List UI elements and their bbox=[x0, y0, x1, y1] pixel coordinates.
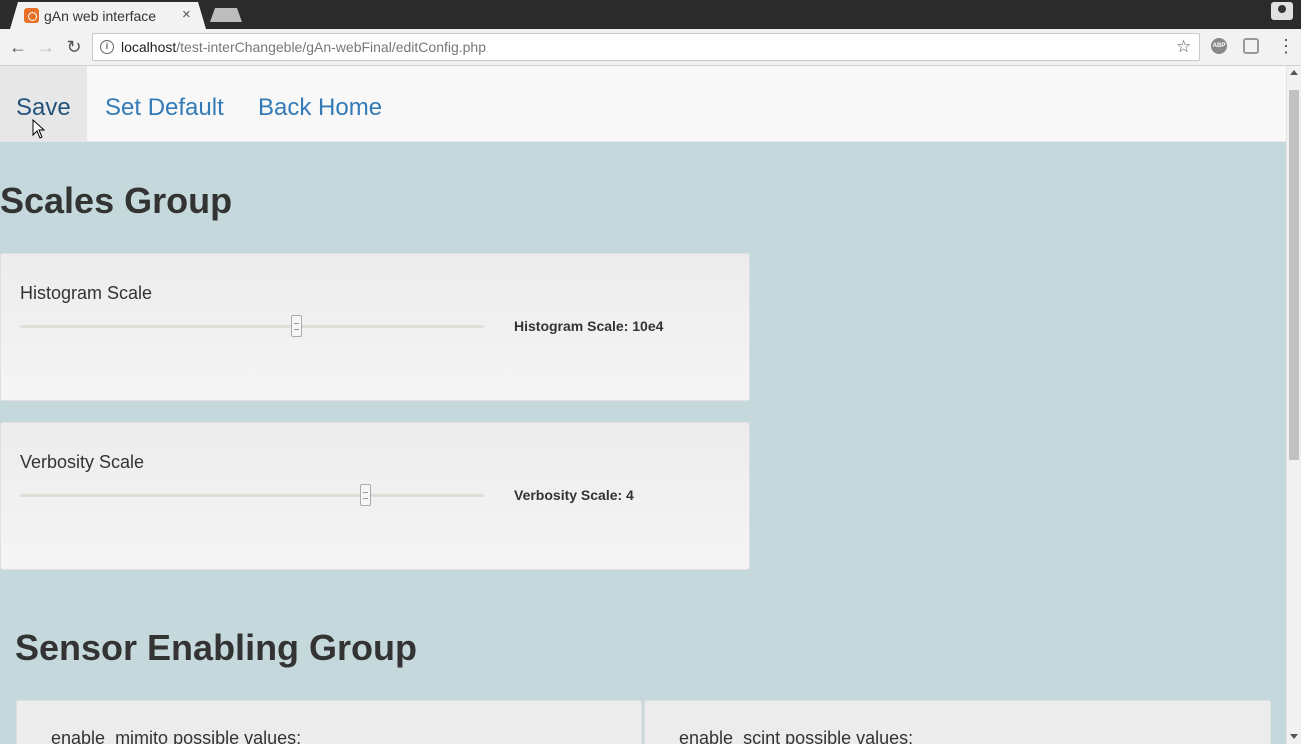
sensor-group-title: Sensor Enabling Group bbox=[15, 627, 418, 668]
browser-tab[interactable]: gAn web interface × bbox=[10, 2, 206, 29]
page-scrollbar[interactable] bbox=[1286, 66, 1301, 744]
url-path: /test-interChangeble/gAn-webFinal/editCo… bbox=[176, 39, 487, 55]
scrollbar-thumb[interactable] bbox=[1289, 90, 1299, 460]
mouse-cursor-icon bbox=[32, 119, 46, 139]
url-host: localhost bbox=[121, 39, 177, 55]
histogram-scale-label: Histogram Scale bbox=[20, 283, 153, 303]
verbosity-scale-slider[interactable] bbox=[20, 484, 484, 506]
browser-menu-icon[interactable]: ⋮ bbox=[1277, 36, 1295, 56]
browser-toolbar: ← → ↻ i localhost/test-interChangeble/gA… bbox=[0, 29, 1301, 66]
extension-cube-icon[interactable] bbox=[1243, 38, 1259, 54]
verbosity-scale-readout: Verbosity Scale: 4 bbox=[514, 487, 634, 503]
back-arrow-icon[interactable]: ← bbox=[7, 36, 29, 58]
xampp-favicon-icon bbox=[24, 8, 39, 23]
page-viewport: Save Set Default Back Home Scales Group … bbox=[0, 66, 1286, 744]
histogram-scale-slider[interactable] bbox=[20, 315, 484, 337]
profile-icon[interactable] bbox=[1271, 2, 1293, 20]
histogram-scale-readout: Histogram Scale: 10e4 bbox=[514, 318, 664, 334]
info-icon[interactable]: i bbox=[100, 40, 114, 54]
histogram-scale-panel: Histogram Scale Histogram Scale: 10e4 bbox=[0, 253, 750, 401]
reload-icon[interactable]: ↻ bbox=[63, 36, 85, 58]
url-text[interactable]: localhost/test-interChangeble/gAn-webFin… bbox=[121, 39, 486, 55]
adblock-extension-icon[interactable]: ABP bbox=[1211, 38, 1227, 54]
browser-tabstrip: gAn web interface × bbox=[0, 0, 1301, 29]
histogram-slider-handle[interactable] bbox=[291, 315, 303, 337]
scales-group-title: Scales Group bbox=[0, 180, 233, 221]
sensor-label: enable_mimito possible values: bbox=[51, 728, 302, 744]
save-link[interactable]: Save bbox=[16, 94, 71, 122]
set-default-link[interactable]: Set Default bbox=[105, 94, 224, 122]
sensor-card: enable_mimito possible values: bbox=[16, 700, 642, 744]
address-bar[interactable]: i localhost/test-interChangeble/gAn-webF… bbox=[92, 33, 1200, 61]
verbosity-slider-handle[interactable] bbox=[359, 484, 371, 506]
verbosity-scale-label: Verbosity Scale bbox=[20, 452, 145, 472]
verbosity-scale-panel: Verbosity Scale Verbosity Scale: 4 bbox=[0, 422, 750, 570]
tab-title: gAn web interface bbox=[44, 8, 157, 24]
tab-close-icon[interactable]: × bbox=[182, 6, 191, 23]
forward-arrow-icon[interactable]: → bbox=[35, 36, 57, 58]
new-tab-button[interactable] bbox=[210, 8, 242, 22]
scroll-up-icon[interactable] bbox=[1290, 70, 1298, 75]
sensor-label: enable_scint possible values: bbox=[679, 728, 914, 744]
scroll-down-icon[interactable] bbox=[1290, 734, 1298, 739]
bookmark-star-icon[interactable]: ☆ bbox=[1176, 37, 1191, 57]
top-navbar: Save Set Default Back Home bbox=[0, 66, 1286, 142]
sensor-card: enable_scint possible values: bbox=[644, 700, 1271, 744]
back-home-link[interactable]: Back Home bbox=[258, 94, 382, 122]
